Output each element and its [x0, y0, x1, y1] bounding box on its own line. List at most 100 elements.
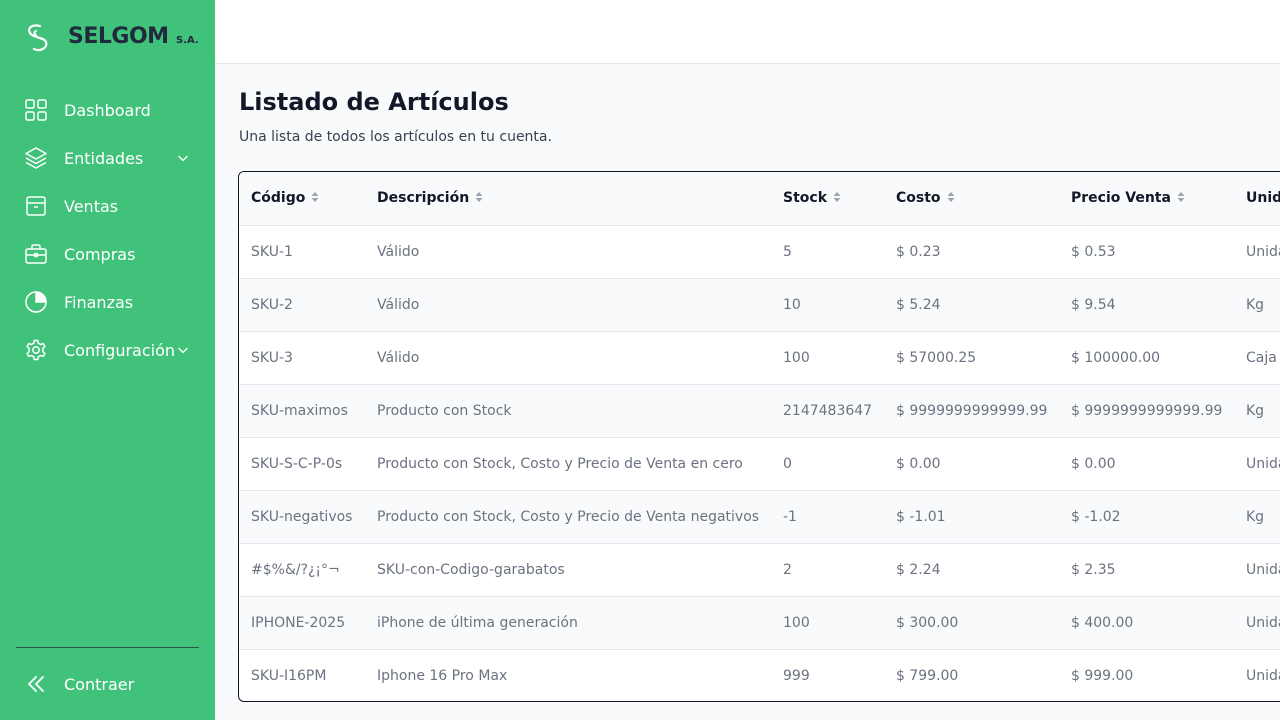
cell-precio-venta: $ 2.35	[1071, 561, 1116, 578]
cell-descripcion: Válido	[377, 296, 420, 313]
cell-precio-venta: $ 999.00	[1071, 667, 1134, 684]
sidebar-item-label: Ventas	[64, 196, 119, 216]
cell-stock: 100	[783, 349, 810, 366]
page-subtitle: Una lista de todos los artículos en tu c…	[239, 129, 552, 145]
cell-precio-venta: $ 0.00	[1071, 455, 1116, 472]
cell-stock: 999	[783, 667, 810, 684]
sidebar-divider	[16, 647, 199, 648]
double-chevron-left-icon	[24, 672, 48, 696]
cell-descripcion: Producto con Stock, Costo y Precio de Ve…	[377, 455, 743, 472]
cell-descripcion: iPhone de última generación	[377, 614, 578, 631]
cell-codigo: #$%&/?¿¡°¬	[251, 561, 340, 578]
sort-icon[interactable]	[475, 191, 483, 203]
cell-descripcion: Producto con Stock, Costo y Precio de Ve…	[377, 508, 760, 525]
chevron-down-icon[interactable]	[177, 344, 189, 356]
column-header-costo[interactable]: Costo	[884, 172, 1059, 226]
cell-stock: 0	[783, 455, 792, 472]
cell-descripcion: Producto con Stock	[377, 402, 512, 419]
brand-name: SELGOM	[68, 24, 169, 49]
cell-unidad: Unida	[1246, 614, 1280, 631]
cell-costo: $ 799.00	[896, 667, 959, 684]
table-row[interactable]: SKU-I16PM Iphone 16 Pro Max 999 $ 799.00…	[239, 649, 1280, 701]
cell-unidad: Unida	[1246, 243, 1280, 260]
cell-unidad: Kg	[1246, 508, 1265, 525]
cell-descripcion: Válido	[377, 243, 420, 260]
table-row[interactable]: SKU-1 Válido 5 $ 0.23 $ 0.53 Unida	[239, 225, 1280, 278]
grid-icon	[24, 98, 48, 122]
cell-unidad: Unida	[1246, 455, 1280, 472]
cell-codigo: SKU-1	[251, 243, 293, 260]
cell-unidad: Caja	[1246, 349, 1277, 366]
cell-codigo: SKU-maximos	[251, 402, 348, 419]
sidebar-item-configuracion[interactable]: Configuración	[0, 326, 215, 374]
column-header-descripcion[interactable]: Descripción	[365, 172, 771, 226]
cell-unidad: Unida	[1246, 561, 1280, 578]
table-row[interactable]: SKU-negativos Producto con Stock, Costo …	[239, 490, 1280, 543]
cell-codigo: IPHONE-2025	[251, 614, 346, 631]
sidebar-item-finanzas[interactable]: Finanzas	[0, 278, 215, 326]
cell-descripcion: Válido	[377, 349, 420, 366]
cell-precio-venta: $ -1.02	[1071, 508, 1121, 525]
cell-precio-venta: $ 400.00	[1071, 614, 1134, 631]
cell-stock: 2147483647	[783, 402, 873, 419]
cell-costo: $ 0.23	[896, 243, 941, 260]
cell-costo: $ 57000.25	[896, 349, 977, 366]
collapse-sidebar-button[interactable]: Contraer	[24, 660, 134, 708]
cell-codigo: SKU-S-C-P-0s	[251, 455, 343, 472]
briefcase-icon	[24, 242, 48, 266]
column-header-stock[interactable]: Stock	[771, 172, 884, 226]
page-title: Listado de Artículos	[239, 88, 509, 116]
chevron-down-icon[interactable]	[177, 152, 189, 164]
cell-precio-venta: $ 0.53	[1071, 243, 1116, 260]
articles-table: Código Descripción Stock Costo Precio Ve…	[238, 171, 1280, 702]
cell-costo: $ 2.24	[896, 561, 941, 578]
table-row[interactable]: SKU-2 Válido 10 $ 5.24 $ 9.54 Kg	[239, 278, 1280, 331]
cell-codigo: SKU-negativos	[251, 508, 353, 525]
cell-stock: 100	[783, 614, 810, 631]
sort-icon[interactable]	[311, 191, 319, 203]
cell-precio-venta: $ 100000.00	[1071, 349, 1161, 366]
table-row[interactable]: #$%&/?¿¡°¬ SKU-con-Codigo-garabatos 2 $ …	[239, 543, 1280, 596]
sort-icon[interactable]	[947, 191, 955, 203]
cell-precio-venta: $ 9999999999999.99	[1071, 402, 1223, 419]
sort-icon[interactable]	[833, 191, 841, 203]
sidebar-item-compras[interactable]: Compras	[0, 230, 215, 278]
table-header-row: Código Descripción Stock Costo Precio Ve…	[239, 172, 1280, 226]
logo-s-icon	[24, 22, 50, 54]
cell-unidad: Unida	[1246, 667, 1280, 684]
top-bar	[215, 0, 1280, 64]
cell-unidad: Kg	[1246, 402, 1265, 419]
pie-chart-icon	[24, 290, 48, 314]
column-header-precio-venta[interactable]: Precio Venta	[1059, 172, 1234, 226]
sidebar: SELGOM S.A. Dashboard Entidades Ventas C…	[0, 0, 215, 720]
sidebar-item-label: Entidades	[64, 148, 144, 168]
table-row[interactable]: IPHONE-2025 iPhone de última generación …	[239, 596, 1280, 649]
layers-icon	[24, 146, 48, 170]
cell-codigo: SKU-I16PM	[251, 667, 327, 684]
sidebar-item-dashboard[interactable]: Dashboard	[0, 86, 215, 134]
cell-costo: $ 300.00	[896, 614, 959, 631]
cell-stock: 2	[783, 561, 792, 578]
sidebar-item-ventas[interactable]: Ventas	[0, 182, 215, 230]
cell-descripcion: Iphone 16 Pro Max	[377, 667, 508, 684]
cell-costo: $ 5.24	[896, 296, 941, 313]
sidebar-item-label: Configuración	[64, 340, 176, 360]
table-row[interactable]: SKU-S-C-P-0s Producto con Stock, Costo y…	[239, 437, 1280, 490]
sort-icon[interactable]	[1177, 191, 1185, 203]
cell-stock: -1	[783, 508, 797, 525]
table-row[interactable]: SKU-maximos Producto con Stock 214748364…	[239, 384, 1280, 437]
cell-stock: 10	[783, 296, 801, 313]
cell-costo: $ -1.01	[896, 508, 946, 525]
sidebar-item-label: Finanzas	[64, 292, 134, 312]
cell-codigo: SKU-3	[251, 349, 293, 366]
sidebar-item-entidades[interactable]: Entidades	[0, 134, 215, 182]
cell-unidad: Kg	[1246, 296, 1265, 313]
brand-logo[interactable]: SELGOM S.A.	[24, 22, 204, 54]
column-header-codigo[interactable]: Código	[239, 172, 365, 226]
cell-codigo: SKU-2	[251, 296, 293, 313]
column-header-unidad[interactable]: Unid	[1234, 172, 1280, 226]
table-row[interactable]: SKU-3 Válido 100 $ 57000.25 $ 100000.00 …	[239, 331, 1280, 384]
brand-suffix: S.A.	[176, 35, 199, 46]
cell-stock: 5	[783, 243, 792, 260]
cell-costo: $ 9999999999999.99	[896, 402, 1048, 419]
